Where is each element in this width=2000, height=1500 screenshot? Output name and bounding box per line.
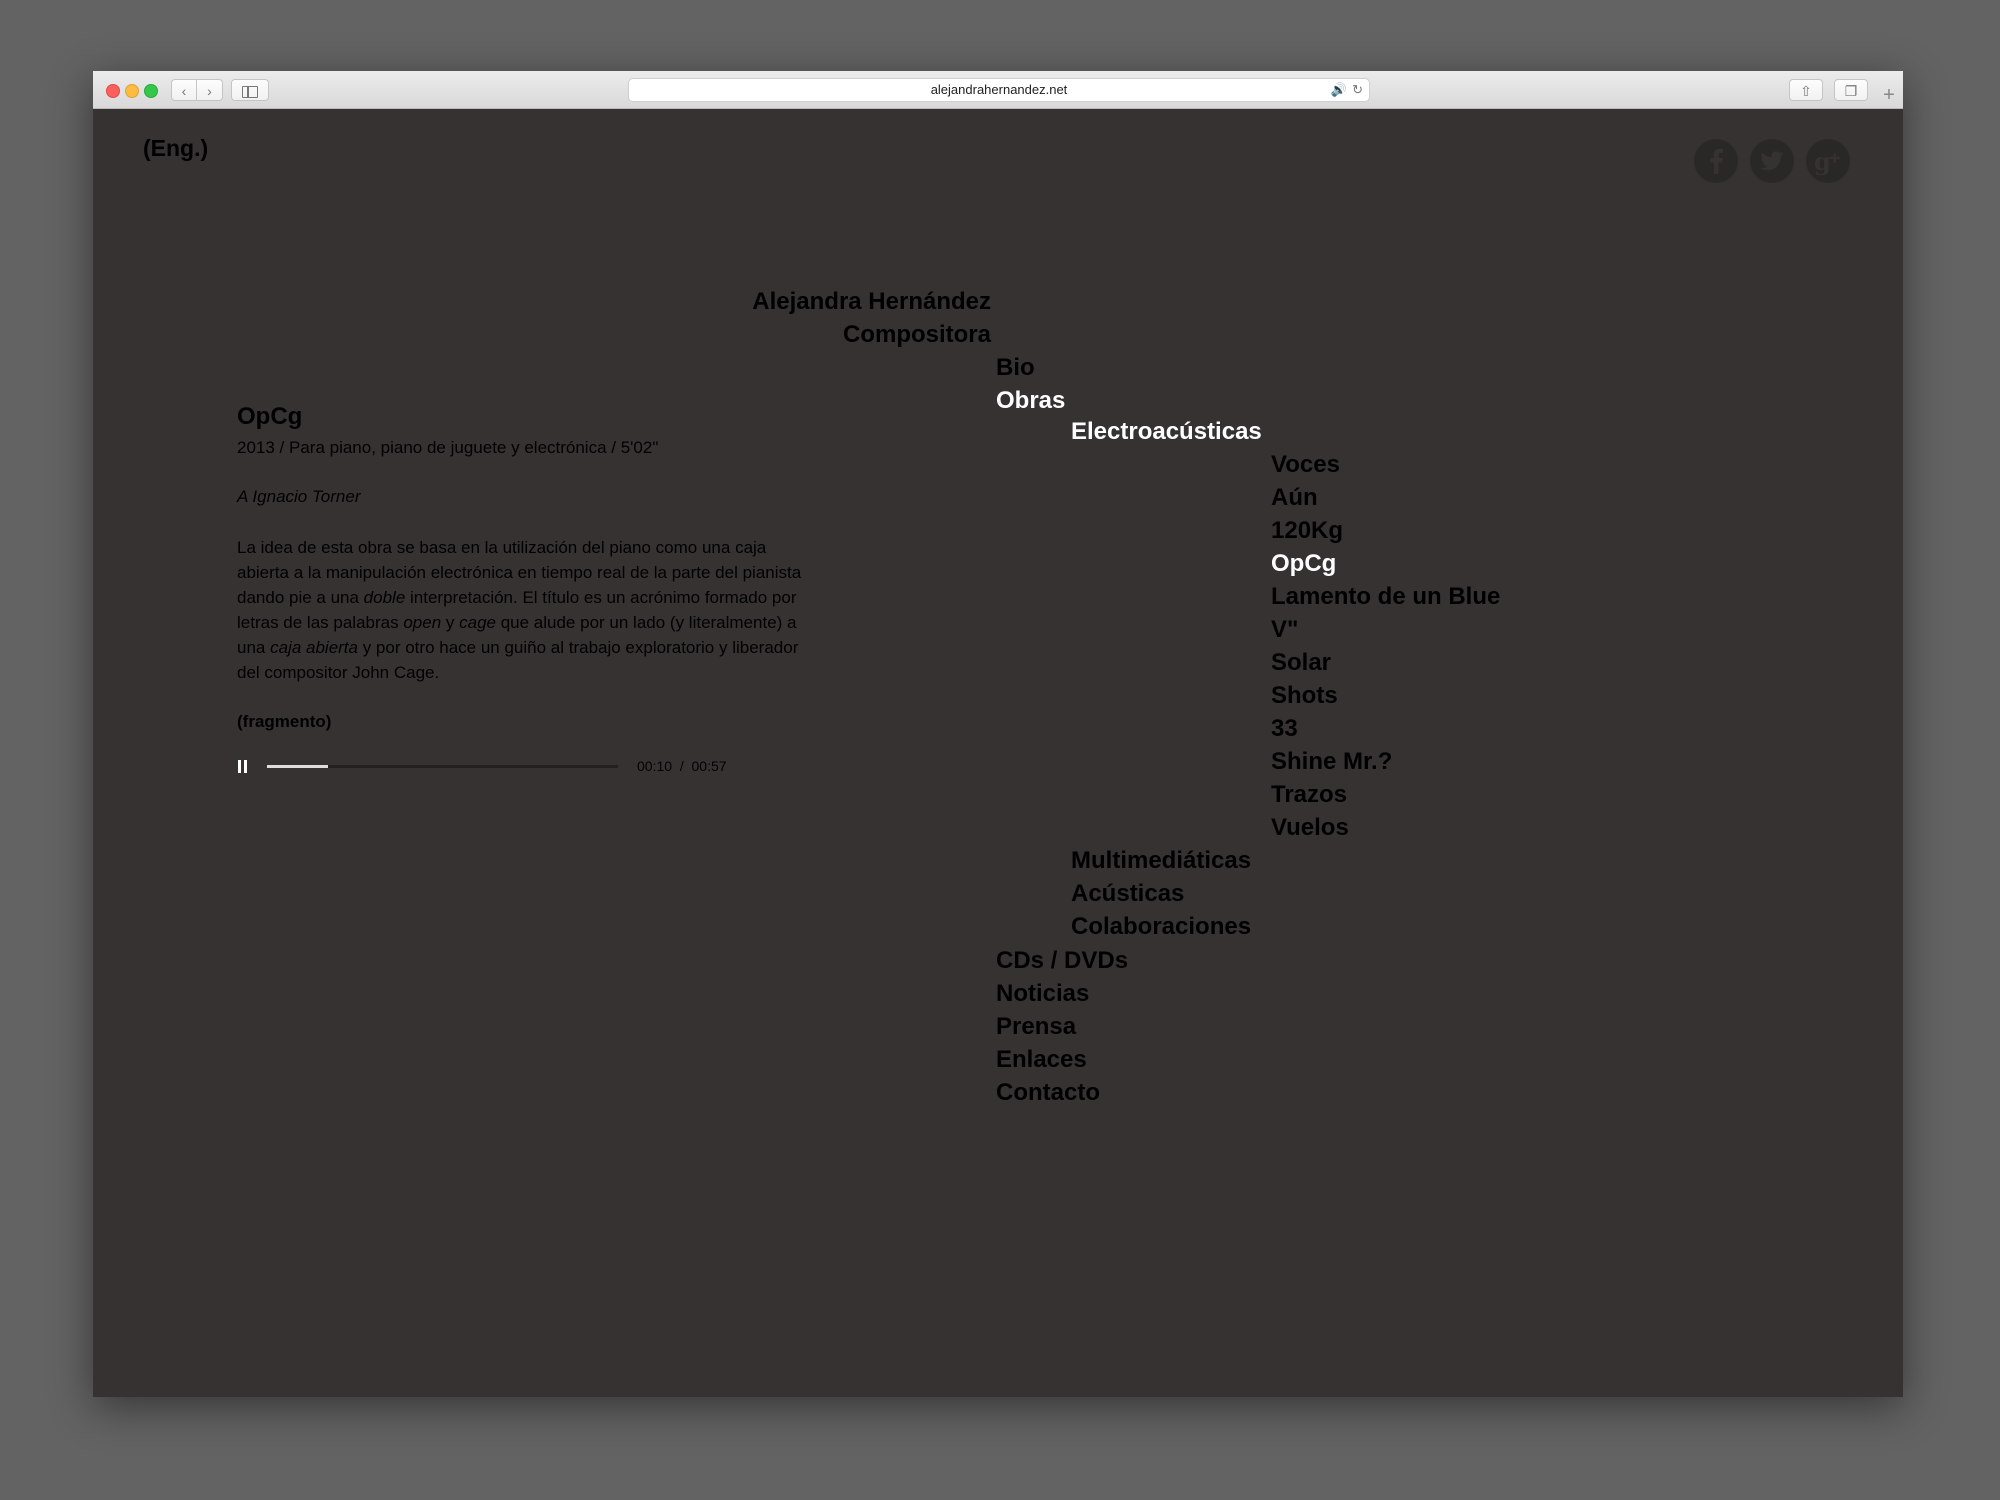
nav-item-colaboraciones[interactable]: Colaboraciones — [1071, 913, 1251, 941]
nav-item-obras[interactable]: Obras — [996, 387, 1065, 415]
work-title: OpCg — [237, 403, 303, 430]
audio-player: 00:10 / 00:57 — [237, 757, 737, 777]
nav-item-cds-dvds[interactable]: CDs / DVDs — [996, 947, 1128, 975]
seek-bar-progress — [267, 765, 329, 768]
current-time: 00:10 — [637, 758, 673, 774]
pause-icon[interactable] — [237, 760, 248, 773]
maximize-window-button[interactable] — [144, 84, 158, 98]
duration: 00:57 — [691, 758, 727, 774]
desc-emphasis: cage — [459, 613, 496, 632]
time-readout: 00:10 / 00:57 — [637, 757, 727, 775]
sidebar-toggle-button[interactable] — [231, 79, 269, 101]
facebook-icon — [1710, 148, 1723, 174]
back-button[interactable]: ‹ — [171, 79, 197, 101]
nav-item-prensa[interactable]: Prensa — [996, 1013, 1076, 1041]
forward-button[interactable]: › — [197, 79, 223, 101]
site-title[interactable]: Alejandra Hernández — [752, 288, 991, 316]
work-item-aun[interactable]: Aún — [1271, 484, 1318, 512]
fragment-label: (fragmento) — [237, 712, 332, 731]
reload-icon[interactable]: ↻ — [1352, 79, 1363, 101]
work-item-trazos[interactable]: Trazos — [1271, 781, 1347, 809]
minimize-window-button[interactable] — [125, 84, 139, 98]
site-subtitle: Compositora — [842, 321, 991, 348]
url-text: alejandrahernandez.net — [930, 82, 1068, 97]
desc-text: y — [441, 613, 460, 632]
tabs-icon: ❐ — [1844, 83, 1858, 99]
nav-item-electroacusticas[interactable]: Electroacústicas — [1071, 418, 1262, 446]
work-dedication: A Ignacio Torner — [237, 487, 361, 506]
audio-playing-icon[interactable]: 🔊 — [1331, 79, 1347, 101]
nav-item-noticias[interactable]: Noticias — [996, 980, 1089, 1008]
work-item-shots[interactable]: Shots — [1271, 682, 1338, 710]
work-item-lamento-de-un-blue[interactable]: Lamento de un Blue — [1271, 583, 1500, 611]
work-item-opcg[interactable]: OpCg — [1271, 550, 1336, 578]
twitter-link[interactable] — [1750, 139, 1794, 183]
work-item-120kg[interactable]: 120Kg — [1271, 517, 1343, 545]
work-item-vuelos[interactable]: Vuelos — [1271, 814, 1349, 842]
google-plus-icon: g + — [1814, 147, 1841, 176]
work-item-shine-mr[interactable]: Shine Mr.? — [1271, 748, 1392, 776]
close-window-button[interactable] — [106, 84, 120, 98]
page-content: (Eng.) g + Alejandra Hernández Composito… — [93, 109, 1903, 1397]
desc-emphasis: doble — [363, 588, 406, 607]
work-item-33[interactable]: 33 — [1271, 715, 1298, 743]
nav-item-multimediaticas[interactable]: Multimediáticas — [1071, 847, 1251, 875]
work-item-voces[interactable]: Voces — [1271, 451, 1340, 479]
work-item-solar[interactable]: Solar — [1271, 649, 1331, 677]
nav-item-contacto[interactable]: Contacto — [996, 1079, 1100, 1107]
facebook-link[interactable] — [1694, 139, 1738, 183]
work-item-v[interactable]: V" — [1271, 616, 1298, 644]
show-tabs-button[interactable]: ❐ — [1834, 79, 1868, 101]
plus-icon: + — [1883, 84, 1895, 106]
work-description: La idea de esta obra se basa en la utili… — [237, 535, 812, 685]
time-separator: / — [679, 758, 684, 774]
work-subtitle: 2013 / Para piano, piano de juguete y el… — [237, 438, 659, 457]
share-button[interactable]: ⇧ — [1789, 79, 1823, 101]
chevron-right-icon: › — [207, 83, 212, 99]
nav-item-enlaces[interactable]: Enlaces — [996, 1046, 1087, 1074]
browser-titlebar: ‹ › alejandrahernandez.net 🔊 ↻ ⇧ ❐ + — [93, 71, 1903, 109]
twitter-icon — [1760, 151, 1783, 171]
seek-bar[interactable] — [267, 765, 618, 768]
language-switch-link[interactable]: (Eng.) — [143, 135, 208, 162]
browser-window: ‹ › alejandrahernandez.net 🔊 ↻ ⇧ ❐ + (En… — [93, 71, 1903, 1397]
chevron-left-icon: ‹ — [181, 83, 187, 99]
desc-emphasis: caja abierta — [270, 638, 358, 657]
new-tab-button[interactable]: + — [1878, 84, 1900, 106]
nav-item-bio[interactable]: Bio — [996, 354, 1035, 382]
nav-item-acusticas[interactable]: Acústicas — [1071, 880, 1184, 908]
share-icon: ⇧ — [1800, 83, 1812, 99]
desc-emphasis: open — [403, 613, 442, 632]
sidebar-icon — [242, 86, 258, 98]
address-bar[interactable]: alejandrahernandez.net 🔊 ↻ — [628, 78, 1370, 102]
svg-text:+: + — [1828, 148, 1841, 167]
google-plus-link[interactable]: g + — [1806, 139, 1850, 183]
